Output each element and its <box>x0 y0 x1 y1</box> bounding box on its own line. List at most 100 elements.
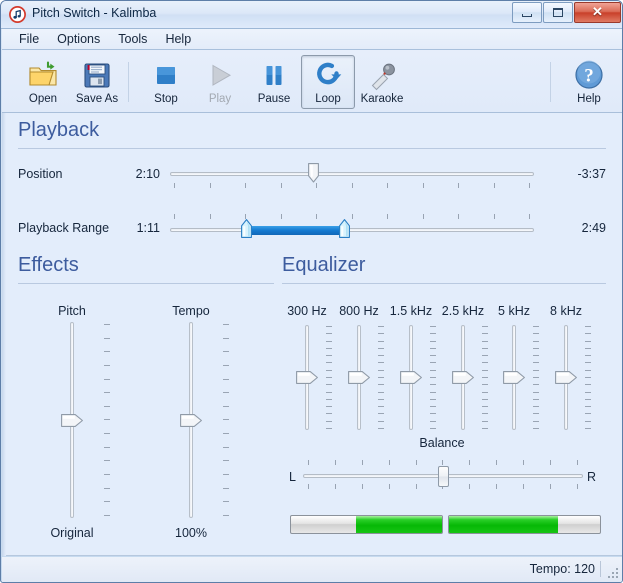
loop-button-label: Loop <box>315 93 341 105</box>
effects-section-rule <box>18 283 274 284</box>
pause-button[interactable]: Pause <box>247 55 301 109</box>
pitch-slider-label: Pitch <box>42 304 102 318</box>
content-panel: Playback Position 2:10 -3:37 Playback Ra… <box>2 113 623 556</box>
menu-item-options[interactable]: Options <box>48 30 109 48</box>
eq-band-ticks-800hz <box>378 326 384 429</box>
eq-band-ticks-8khz <box>585 326 591 429</box>
menu-item-tools[interactable]: Tools <box>109 30 156 48</box>
pause-bars-icon <box>258 59 290 91</box>
eq-band-label-8khz: 8 kHz <box>540 304 592 318</box>
loop-arrow-icon <box>312 59 344 91</box>
toolbar-separator <box>128 62 129 102</box>
left-channel-meter <box>290 515 443 534</box>
help-button-label: Help <box>577 93 601 105</box>
pause-button-label: Pause <box>258 93 291 105</box>
playback-range-start-thumb[interactable] <box>241 219 252 238</box>
tempo-slider-value: 100% <box>160 526 222 540</box>
microphone-icon <box>366 59 398 91</box>
open-button[interactable]: Open <box>16 55 70 109</box>
help-question-icon: ? <box>573 59 605 91</box>
minimize-icon <box>522 14 532 17</box>
open-folder-icon <box>27 59 59 91</box>
resize-grip-icon[interactable] <box>606 566 619 579</box>
karaoke-button-label: Karaoke <box>361 93 404 105</box>
status-divider <box>600 561 601 577</box>
menu-item-file[interactable]: File <box>10 30 48 48</box>
maximize-icon <box>553 8 563 17</box>
playback-section-rule <box>18 148 606 149</box>
eq-band-thumb-2-5khz[interactable] <box>452 371 474 384</box>
save-as-button[interactable]: Save As <box>70 55 124 109</box>
stop-square-icon <box>150 59 182 91</box>
menu-bar: File Options Tools Help <box>2 29 623 50</box>
position-slider-track[interactable] <box>170 172 534 176</box>
maximize-button[interactable] <box>543 2 573 23</box>
equalizer-section-rule <box>282 283 606 284</box>
position-slider-thumb[interactable] <box>308 163 319 183</box>
playback-range-end-thumb[interactable] <box>339 219 350 238</box>
help-button[interactable]: ? Help <box>562 55 616 109</box>
balance-left-label: L <box>289 470 296 484</box>
panel-edge-shadow <box>2 113 6 556</box>
position-remaining-value: -3:37 <box>542 167 606 181</box>
balance-right-label: R <box>587 470 596 484</box>
eq-band-label-2-5khz: 2.5 kHz <box>433 304 493 318</box>
playback-range-start-value: 1:11 <box>100 221 160 235</box>
status-bar: Tempo: 120 <box>2 557 623 582</box>
floppy-disk-icon <box>81 59 113 91</box>
eq-band-label-300hz: 300 Hz <box>278 304 336 318</box>
balance-ticks-top <box>308 460 578 465</box>
eq-band-ticks-5khz <box>533 326 539 429</box>
pitch-slider-value: Original <box>42 526 102 540</box>
balance-label: Balance <box>390 436 494 450</box>
title-bar: Pitch Switch - Kalimba ✕ <box>1 1 623 29</box>
position-slider-ticks <box>174 183 530 188</box>
stop-button[interactable]: Stop <box>139 55 193 109</box>
svg-text:?: ? <box>584 66 594 87</box>
stop-button-label: Stop <box>154 93 178 105</box>
position-label: Position <box>18 167 62 181</box>
eq-band-thumb-8khz[interactable] <box>555 371 577 384</box>
eq-band-label-1-5khz: 1.5 kHz <box>381 304 441 318</box>
eq-band-thumb-800hz[interactable] <box>348 371 370 384</box>
eq-band-ticks-2-5khz <box>482 326 488 429</box>
karaoke-button[interactable]: Karaoke <box>355 55 409 109</box>
playback-section-title: Playback <box>18 119 99 142</box>
effects-section-title: Effects <box>18 254 79 277</box>
loop-button[interactable]: Loop <box>301 55 355 109</box>
pitch-slider-ticks <box>104 324 110 516</box>
playback-range-label: Playback Range <box>18 221 109 235</box>
eq-band-thumb-1-5khz[interactable] <box>400 371 422 384</box>
right-channel-meter-fill <box>449 516 558 533</box>
tempo-status-text: Tempo: 120 <box>530 562 595 576</box>
playback-range-fill <box>251 226 344 235</box>
right-channel-meter <box>448 515 601 534</box>
eq-band-label-800hz: 800 Hz <box>330 304 388 318</box>
play-button[interactable]: Play <box>193 55 247 109</box>
window-title: Pitch Switch - Kalimba <box>32 6 156 20</box>
eq-band-ticks-1-5khz <box>430 326 436 429</box>
window-controls: ✕ <box>512 2 621 23</box>
music-note-icon <box>9 6 26 23</box>
balance-slider-thumb[interactable] <box>438 466 449 487</box>
eq-band-ticks-300hz <box>326 326 332 429</box>
eq-band-thumb-300hz[interactable] <box>296 371 318 384</box>
tempo-slider-ticks <box>223 324 229 516</box>
playback-range-track[interactable] <box>170 228 534 232</box>
application-window: Pitch Switch - Kalimba ✕ File Options To… <box>0 0 623 583</box>
playback-range-end-value: 2:49 <box>542 221 606 235</box>
left-channel-meter-fill <box>356 516 442 533</box>
eq-band-thumb-5khz[interactable] <box>503 371 525 384</box>
position-current-value: 2:10 <box>100 167 160 181</box>
menu-item-help[interactable]: Help <box>156 30 200 48</box>
tempo-slider-thumb[interactable] <box>180 414 202 427</box>
open-button-label: Open <box>29 93 57 105</box>
close-icon: ✕ <box>575 3 620 22</box>
equalizer-section-title: Equalizer <box>282 254 365 277</box>
close-button[interactable]: ✕ <box>574 2 621 23</box>
pitch-slider-thumb[interactable] <box>61 414 83 427</box>
playback-range-ticks <box>174 214 530 219</box>
save-as-button-label: Save As <box>76 93 118 105</box>
minimize-button[interactable] <box>512 2 542 23</box>
play-triangle-icon <box>204 59 236 91</box>
